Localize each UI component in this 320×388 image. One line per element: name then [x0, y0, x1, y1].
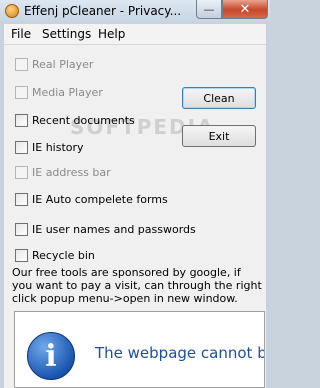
checkbox[interactable] [15, 222, 28, 236]
option-label: Real Player [32, 57, 94, 71]
embedded-browser[interactable]: i The webpage cannot be [14, 311, 265, 388]
option-label: Media Player [32, 85, 103, 99]
menu-bar: File Settings Help [4, 24, 266, 45]
menu-help[interactable]: Help [98, 27, 125, 41]
checkbox[interactable] [15, 113, 28, 127]
checkbox[interactable] [15, 85, 28, 99]
checkbox[interactable] [15, 248, 28, 262]
option-recycle-bin[interactable]: Recycle bin [15, 247, 95, 263]
option-label: IE Auto compelete forms [32, 192, 168, 206]
option-media-player[interactable]: Media Player [15, 84, 103, 100]
app-window: Effenj pCleaner - Privacy... — ✕ File Se… [0, 0, 270, 388]
info-icon: i [27, 332, 75, 380]
option-real-player[interactable]: Real Player [15, 56, 93, 72]
app-icon [5, 4, 19, 18]
option-ie-address-bar[interactable]: IE address bar [15, 164, 111, 180]
main-panel: SOFTPEDIA Real Player Media Player Recen… [4, 45, 266, 388]
checkbox[interactable] [15, 57, 28, 71]
minimize-button[interactable]: — [196, 0, 222, 19]
menu-settings[interactable]: Settings [42, 27, 91, 41]
option-label: IE user names and passwords [32, 222, 196, 236]
sponsor-text: Our free tools are sponsored by google, … [12, 266, 262, 305]
checkbox[interactable] [15, 140, 28, 154]
option-recent-documents[interactable]: Recent documents [15, 112, 135, 128]
clean-button[interactable]: Clean [182, 87, 256, 109]
option-label: Recycle bin [32, 248, 95, 262]
option-ie-autocomplete[interactable]: IE Auto compelete forms [15, 191, 168, 207]
menu-file[interactable]: File [11, 27, 31, 41]
checkbox[interactable] [15, 165, 28, 179]
minimize-icon: — [203, 2, 215, 16]
exit-button[interactable]: Exit [182, 125, 256, 147]
option-label: IE address bar [32, 165, 111, 179]
browser-error-text: The webpage cannot be [95, 344, 265, 362]
option-ie-passwords[interactable]: IE user names and passwords [15, 221, 196, 237]
window-title: Effenj pCleaner - Privacy... [24, 4, 182, 18]
checkbox[interactable] [15, 192, 28, 206]
close-button[interactable]: ✕ [222, 0, 268, 19]
option-label: Recent documents [32, 113, 135, 127]
close-icon: ✕ [239, 1, 251, 17]
title-bar[interactable]: Effenj pCleaner - Privacy... — ✕ [0, 0, 270, 22]
option-ie-history[interactable]: IE history [15, 139, 84, 155]
window-frame-right [266, 22, 270, 388]
option-label: IE history [32, 140, 84, 154]
